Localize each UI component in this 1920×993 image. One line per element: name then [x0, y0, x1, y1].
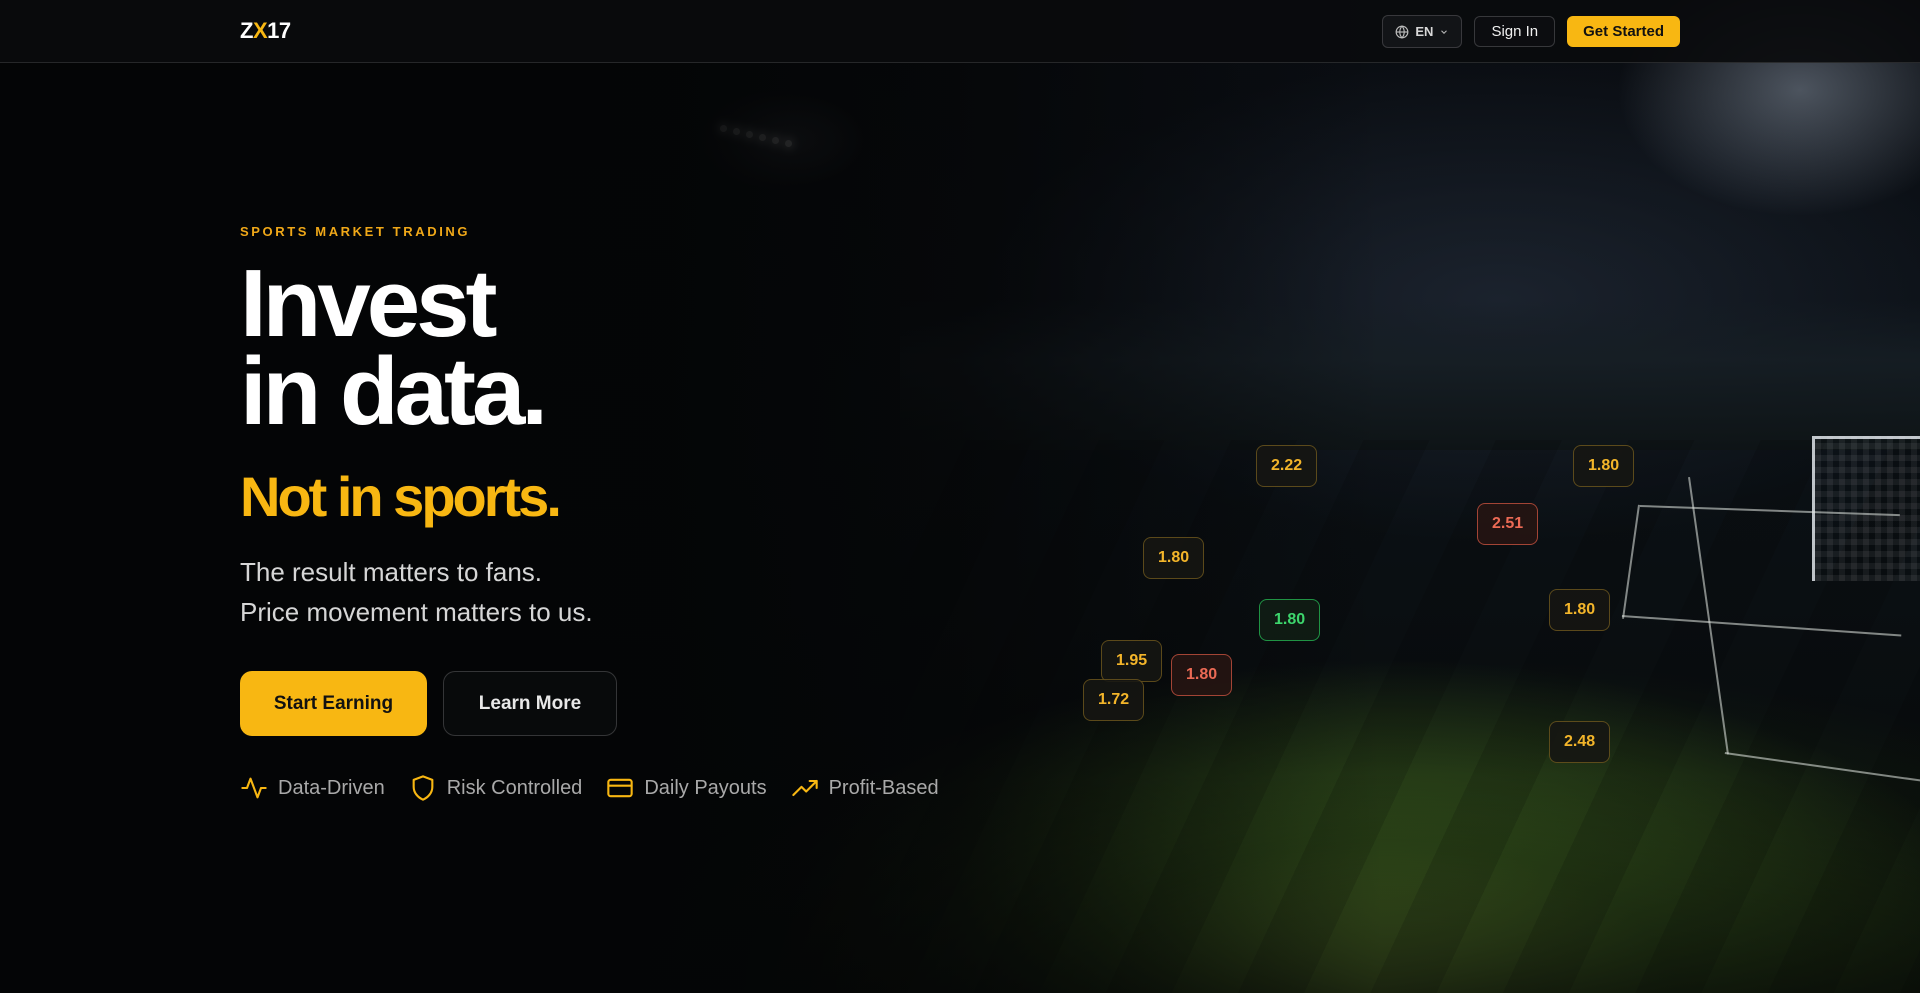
feature-profit-based: Profit-Based — [791, 774, 939, 802]
chevron-down-icon — [1441, 29, 1448, 34]
feature-list: Data-Driven Risk Controlled Daily Payout… — [240, 774, 939, 802]
learn-more-button[interactable]: Learn More — [443, 671, 617, 736]
globe-icon — [1395, 24, 1409, 39]
odds-chip[interactable]: 1.80 — [1143, 537, 1205, 579]
feature-daily-payouts: Daily Payouts — [606, 774, 767, 802]
logo[interactable]: ZX17 — [240, 18, 291, 44]
get-started-button[interactable]: Get Started — [1567, 16, 1680, 47]
cta-row: Start Earning Learn More — [240, 671, 617, 736]
start-earning-button[interactable]: Start Earning — [240, 671, 427, 736]
language-label: EN — [1415, 24, 1434, 39]
hero-subheadline: Not in sports. — [240, 465, 562, 528]
sign-in-button[interactable]: Sign In — [1474, 16, 1556, 47]
language-selector[interactable]: EN — [1382, 15, 1463, 48]
odds-chip[interactable]: 1.80 — [1259, 599, 1321, 641]
credit-card-icon — [607, 778, 634, 798]
activity-icon — [241, 777, 267, 799]
hero-headline: Invest in data. — [240, 250, 548, 445]
odds-chip[interactable]: 1.80 — [1549, 589, 1611, 631]
odds-chip[interactable]: 1.80 — [1573, 445, 1635, 487]
odds-chip[interactable]: 2.48 — [1549, 721, 1611, 763]
trending-up-icon — [791, 779, 818, 797]
shield-icon — [412, 775, 434, 801]
odds-chip[interactable]: 1.95 — [1101, 640, 1163, 682]
feature-data-driven: Data-Driven — [240, 774, 385, 802]
header-actions: EN Sign In Get Started — [1382, 15, 1680, 48]
odds-chip[interactable]: 2.51 — [1477, 503, 1539, 545]
hero-tagline: The result matters to fans. Price moveme… — [240, 557, 593, 627]
feature-risk-controlled: Risk Controlled — [409, 774, 582, 802]
odds-chip[interactable]: 2.22 — [1256, 445, 1318, 487]
top-navbar: ZX17 EN Sign In Get Started — [0, 0, 1920, 63]
odds-chip[interactable]: 1.72 — [1083, 679, 1145, 721]
odds-chip[interactable]: 1.80 — [1171, 654, 1233, 696]
hero-eyebrow: SPORTS MARKET TRADING — [240, 224, 471, 239]
